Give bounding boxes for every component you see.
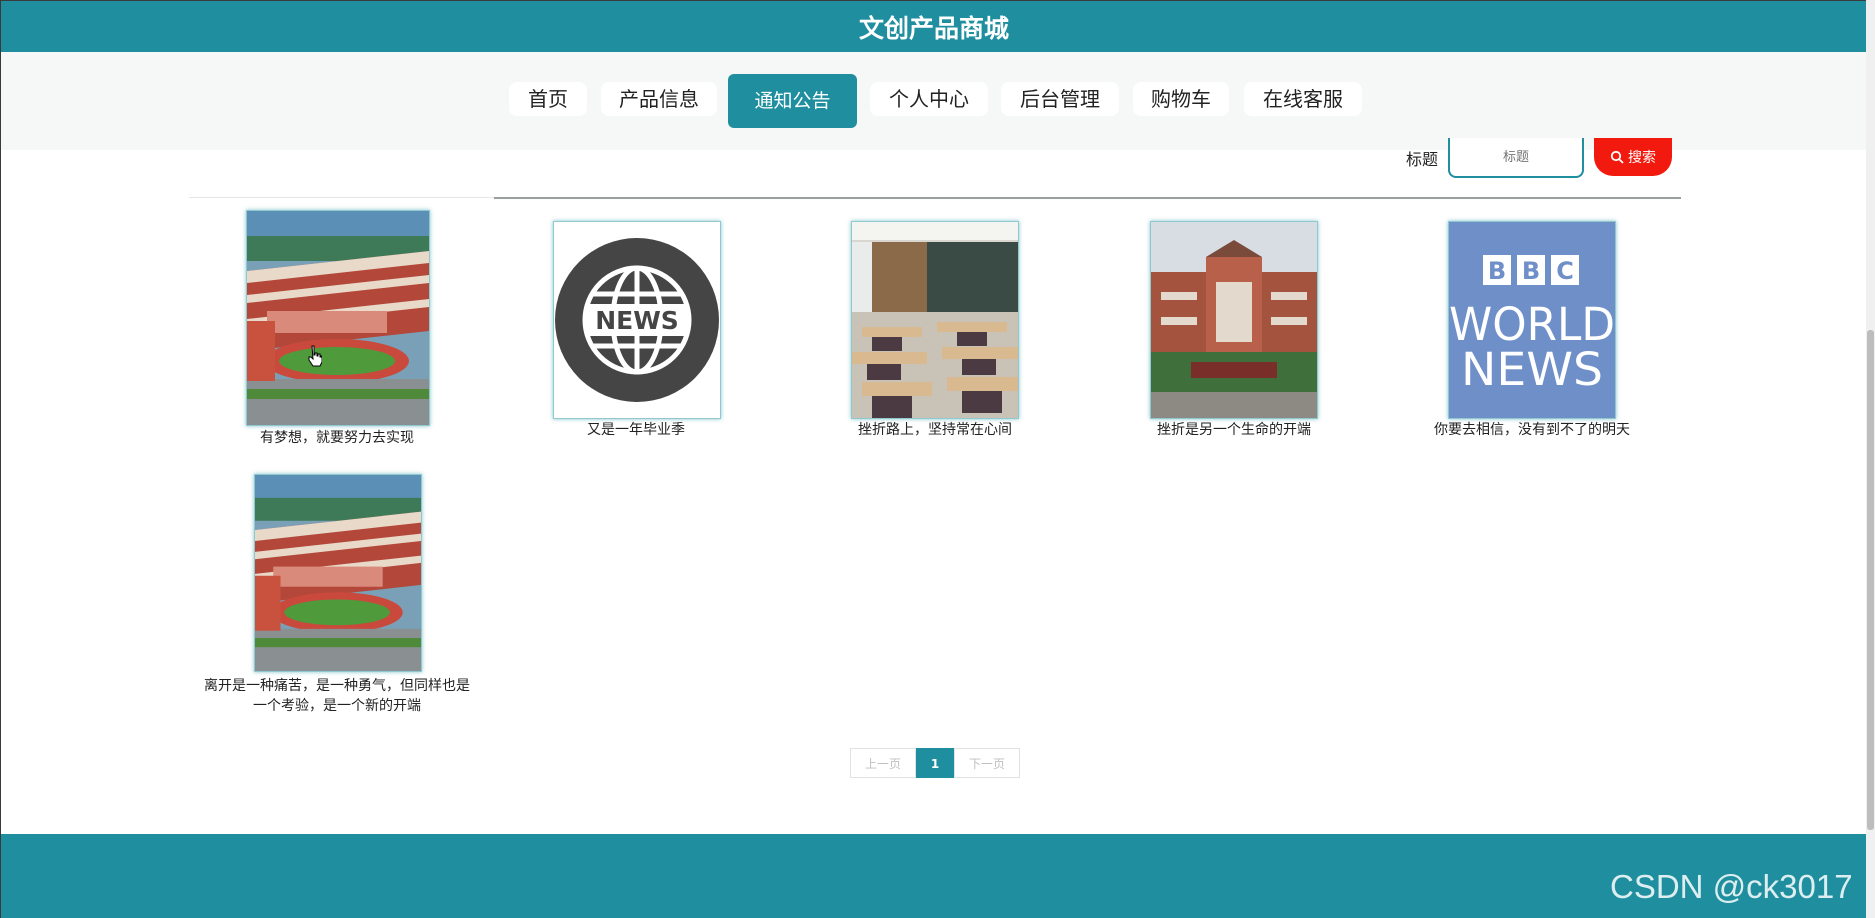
notice-caption[interactable]: 挫折是另一个生命的开端 [1123,420,1345,440]
nav-item-notices[interactable]: 通知公告 [728,74,857,128]
page-1-button[interactable]: 1 [916,748,954,778]
bbc-letter: B [1522,257,1540,285]
notice-caption[interactable]: 你要去相信，没有到不了的明天 [1421,420,1643,440]
bbc-letter: B [1488,257,1506,285]
bbc-world-news-logo: B B C WORLD NEWS [1449,222,1615,418]
nav-item-personal-center[interactable]: 个人中心 [870,82,988,116]
notice-image-bbc[interactable]: B B C WORLD NEWS [1448,221,1616,419]
notice-caption[interactable]: 又是一年毕业季 [526,420,746,440]
notice-image-campus[interactable] [254,474,422,672]
notice-image-campus[interactable] [246,210,430,426]
notice-list-section: 标题 搜索 [0,138,1867,834]
csdn-watermark: CSDN @ck3017 [1610,868,1853,905]
news-globe-icon: NEWS [554,222,720,418]
notice-caption[interactable]: 离开是一种痛苦，是一种勇气，但同样也是一个考验，是一个新的开端 [199,676,475,716]
search-button[interactable]: 搜索 [1594,138,1672,176]
bbc-letter: C [1556,257,1574,285]
nav-item-cart[interactable]: 购物车 [1133,82,1229,116]
search-title-input[interactable] [1448,138,1584,178]
campus-aerial-illustration [247,211,429,425]
notice-caption[interactable]: 有梦想，就要努力去实现 [226,428,448,448]
divider [494,197,1681,199]
divider-light [189,197,494,198]
nav-item-online-service[interactable]: 在线客服 [1244,82,1362,116]
notice-image-news[interactable]: NEWS [553,221,721,419]
scrollbar-thumb[interactable] [1867,330,1874,830]
nav-item-home[interactable]: 首页 [509,82,587,116]
notice-image-school-building[interactable] [1150,221,1318,419]
campus-aerial-illustration [255,475,421,671]
prev-page-button[interactable]: 上一页 [850,748,916,778]
site-header: 文创产品商城 [0,0,1867,53]
search-icon [1610,150,1624,164]
school-building-illustration [1151,222,1317,418]
pagination: 上一页 1 下一页 [850,748,1020,778]
notice-image-classroom[interactable] [851,221,1019,419]
news-icon-text: NEWS [595,306,679,335]
search-label: 标题 [1406,150,1439,169]
nav-item-admin[interactable]: 后台管理 [1001,82,1119,116]
search-button-label: 搜索 [1628,150,1656,166]
hand-cursor-icon [308,345,322,367]
site-title: 文创产品商城 [858,14,1009,43]
notice-caption[interactable]: 挫折路上，坚持常在心间 [824,420,1046,440]
next-page-button[interactable]: 下一页 [954,748,1020,778]
bbc-news-text: NEWS [1461,343,1603,396]
classroom-illustration [852,222,1018,418]
site-footer [0,834,1867,918]
main-nav: 首页 产品信息 通知公告 个人中心 后台管理 购物车 在线客服 [0,52,1867,150]
nav-item-products[interactable]: 产品信息 [601,82,717,116]
